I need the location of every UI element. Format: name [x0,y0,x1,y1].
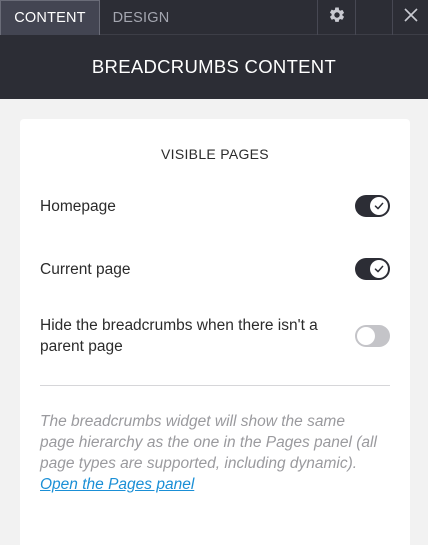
check-icon [374,202,384,210]
hide-without-parent-toggle[interactable] [355,325,390,347]
close-button[interactable] [392,0,428,35]
panel-title: BREADCRUMBS CONTENT [91,56,337,77]
homepage-label: Homepage [40,198,116,215]
open-pages-panel-link[interactable]: Open the Pages panel [40,476,194,493]
tab-design[interactable]: DESIGN [100,0,182,35]
toolbar-empty-button[interactable] [355,0,392,35]
toggle-knob [370,260,388,278]
current-page-toggle[interactable] [355,258,390,280]
panel-header: BREADCRUMBS CONTENT [0,35,428,99]
toggle-knob [357,327,375,345]
panel-tab-bar: CONTENT DESIGN [0,0,428,35]
divider [40,385,390,386]
visible-pages-card: VISIBLE PAGES Homepage Current page Hide… [20,119,410,545]
help-description: The breadcrumbs widget will show the sam… [40,413,377,472]
settings-button[interactable] [317,0,355,35]
check-icon [374,265,384,273]
section-title: VISIBLE PAGES [161,146,269,162]
tab-content[interactable]: CONTENT [0,0,100,35]
current-page-label: Current page [40,261,131,278]
hide-without-parent-label: Hide the breadcrumbs when there isn't a … [40,317,318,355]
gear-icon [328,6,346,29]
toggle-knob [370,197,388,215]
homepage-toggle[interactable] [355,195,390,217]
close-icon [403,8,418,27]
help-text: The breadcrumbs widget will show the sam… [40,411,380,495]
